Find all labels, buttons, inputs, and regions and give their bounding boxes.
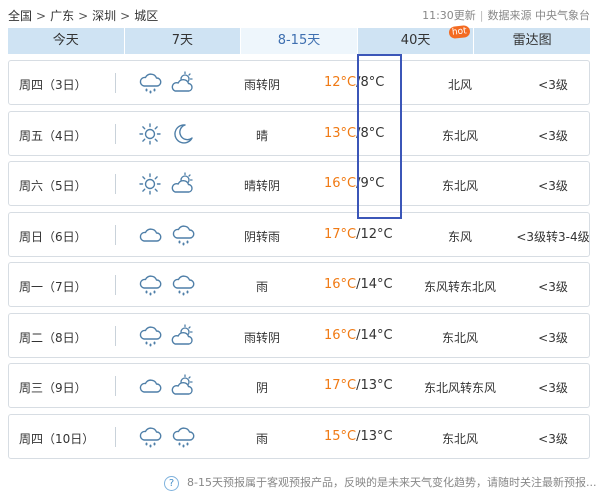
- forecast-row: 周三（9日） 阴 17°C/13°C 东北风转东风 <3级: [8, 363, 590, 408]
- day-label: 周四（3日）: [19, 78, 87, 92]
- wind-level: <3级: [538, 381, 568, 395]
- forecast-row: 周六（5日） 晴转阴 16°C/9°C 东北风 <3级: [8, 161, 590, 206]
- footer-note: ? 8-15天预报属于客观预报产品，反映的是未来天气变化趋势，请随时关注最新预报.…: [164, 474, 596, 491]
- partly-cloudy-icon: [170, 70, 196, 96]
- day-label: 周四（10日）: [19, 431, 95, 446]
- breadcrumb-item-district: 城区: [134, 9, 159, 23]
- moon-icon: [170, 121, 196, 147]
- low-temp: /12°C: [356, 226, 393, 242]
- wind-direction: 东北风转东风: [423, 381, 496, 395]
- divider: [115, 73, 116, 93]
- wind-direction: 北风: [447, 78, 472, 92]
- breadcrumb-item-country[interactable]: 全国: [8, 7, 32, 24]
- high-temp: 16°C: [324, 327, 357, 343]
- weather-desc: 阴转雨: [243, 229, 280, 244]
- help-icon[interactable]: ?: [164, 475, 179, 491]
- high-temp: 16°C: [324, 277, 357, 292]
- wind-level: <3级: [538, 179, 568, 193]
- sun-icon: [137, 121, 163, 147]
- cloud-rain-icon: [170, 424, 196, 450]
- divider: [115, 275, 116, 295]
- cloud-icon: [137, 373, 163, 399]
- wind-direction: 东北风: [441, 431, 478, 446]
- wind-direction: 东风: [447, 229, 472, 244]
- high-temp: 13°C: [324, 125, 357, 141]
- day-label: 周日（6日）: [19, 229, 87, 244]
- high-temp: 15°C: [324, 428, 357, 444]
- divider: [115, 174, 116, 194]
- update-time: 11:30更新: [422, 9, 476, 22]
- low-temp: /13°C: [356, 428, 393, 444]
- weather-desc: 阴: [255, 381, 268, 395]
- day-label: 周五（4日）: [19, 128, 87, 143]
- divider: [115, 123, 116, 144]
- forecast-row: 周一（7日） 雨 16°C/14°C 东风转东北风 <3级: [8, 262, 590, 307]
- weather-desc: 晴转阴: [243, 179, 280, 193]
- sun-icon: [137, 171, 163, 197]
- forecast-row: 周二（8日） 雨转阴 16°C/14°C 东北风 <3级: [8, 312, 590, 358]
- cloud-rain-icon: [137, 70, 163, 96]
- tab-40-days[interactable]: 40天 hot: [357, 24, 475, 54]
- highlight-box: [357, 54, 402, 219]
- cloud-rain-icon: [137, 272, 163, 298]
- breadcrumb-item-city[interactable]: 深圳: [92, 7, 116, 24]
- cloud-rain-icon: [170, 272, 196, 298]
- breadcrumb-item-province[interactable]: 广东: [50, 7, 74, 24]
- wind-level: <3级: [538, 431, 568, 446]
- high-temp: 16°C: [324, 176, 357, 191]
- weather-desc: 雨转阴: [243, 330, 280, 345]
- tab-7-days[interactable]: 7天: [124, 28, 242, 54]
- high-temp: 12°C: [324, 75, 357, 90]
- divider: [115, 426, 116, 447]
- wind-direction: 东北风: [441, 179, 478, 193]
- wind-direction: 东北风: [441, 330, 478, 345]
- hot-badge: hot: [448, 24, 470, 40]
- weather-desc: 雨: [255, 431, 268, 446]
- cloud-rain-icon: [137, 424, 163, 450]
- cloud-rain-icon: [137, 323, 163, 349]
- low-temp: /14°C: [356, 277, 393, 292]
- weather-desc: 晴: [255, 128, 268, 143]
- tab-today[interactable]: 今天: [8, 28, 125, 54]
- wind-direction: 东风转东北风: [423, 280, 496, 294]
- wind-level: <3级: [538, 78, 568, 92]
- cloud-icon: [137, 222, 163, 248]
- data-source: 数据来源 中央气象台: [487, 9, 591, 22]
- day-label: 周一（7日）: [19, 280, 87, 294]
- divider: [115, 376, 116, 396]
- forecast-row: 周四（3日） 雨转阴 12°C/8°C 北风 <3级: [8, 60, 590, 105]
- wind-level: <3级: [538, 280, 568, 294]
- low-temp: /13°C: [356, 378, 393, 393]
- top-bar: 全国 > 广东 > 深圳 > 城区 11:30更新 | 数据来源 中央气象台: [0, 0, 597, 28]
- wind-level: <3级: [538, 330, 568, 345]
- partly-cloudy-icon: [170, 323, 196, 349]
- day-label: 周三（9日）: [19, 381, 87, 395]
- breadcrumb: 全国 > 广东 > 深圳 > 城区: [8, 7, 159, 24]
- forecast-tabs: 今天 7天 8-15天 40天 hot 雷达图: [8, 24, 590, 54]
- low-temp: /14°C: [356, 327, 393, 343]
- forecast-row: 周五（4日）晴 13°C/8°C 东北风 <3级: [8, 110, 590, 156]
- wind-level: <3级转3-4级: [516, 229, 590, 244]
- divider: [115, 224, 116, 245]
- day-label: 周二（8日）: [19, 330, 87, 345]
- partly-cloudy-icon: [170, 171, 196, 197]
- cloud-rain-icon: [170, 222, 196, 248]
- partly-cloudy-icon: [170, 373, 196, 399]
- weather-desc: 雨: [255, 280, 268, 294]
- update-info: 11:30更新 | 数据来源 中央气象台: [422, 9, 591, 22]
- wind-direction: 东北风: [441, 128, 478, 143]
- weather-desc: 雨转阴: [243, 78, 280, 92]
- high-temp: 17°C: [324, 226, 357, 242]
- divider: [115, 325, 116, 346]
- tab-8-15-days[interactable]: 8-15天: [241, 28, 358, 54]
- forecast-row: 周四（10日） 雨 15°C/13°C 东北风 <3级: [8, 413, 590, 459]
- wind-level: <3级: [538, 128, 568, 143]
- day-label: 周六（5日）: [19, 179, 87, 193]
- tab-radar[interactable]: 雷达图: [474, 28, 590, 54]
- high-temp: 17°C: [324, 378, 357, 393]
- forecast-row: 周日（6日） 阴转雨 17°C/12°C 东风 <3级转3-4级: [8, 211, 590, 257]
